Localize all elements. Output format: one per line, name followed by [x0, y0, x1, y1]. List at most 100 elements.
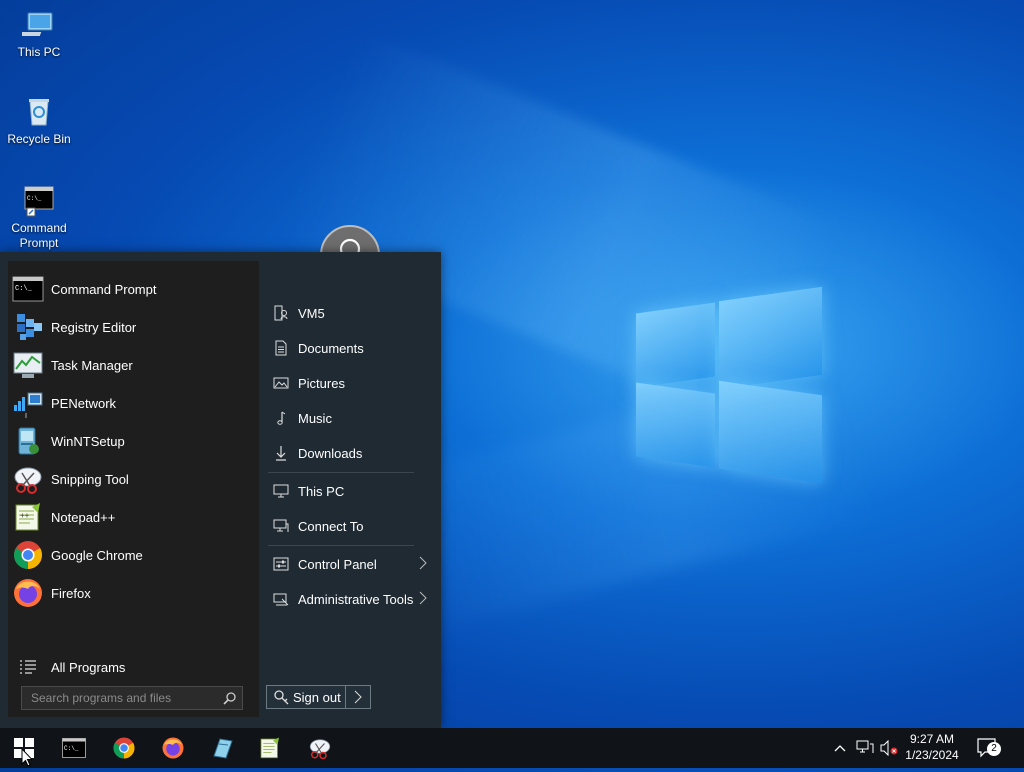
search-input[interactable] [22, 690, 223, 706]
desktop-icon-label: Recycle Bin [7, 132, 71, 146]
network-tray-button[interactable] [853, 728, 877, 768]
program-firefox[interactable]: Firefox [8, 575, 259, 611]
program-penetwork[interactable]: PENetwork [8, 385, 259, 421]
snipping-tool-icon [12, 463, 44, 495]
chrome-icon [112, 736, 136, 760]
start-item-administrative-tools[interactable]: Administrative Tools [265, 584, 435, 614]
network-icon [856, 740, 874, 756]
start-item-label: Documents [298, 340, 364, 356]
windows-logo-wallpaper [636, 286, 822, 484]
start-item-downloads[interactable]: Downloads [265, 438, 435, 468]
picture-icon [271, 373, 291, 393]
search-box[interactable] [21, 686, 243, 710]
start-item-label: Control Panel [298, 556, 377, 572]
taskbar-snipping-tool[interactable] [296, 728, 344, 768]
program-command-prompt[interactable]: C:\_ Command Prompt [8, 271, 259, 307]
program-task-manager[interactable]: Task Manager [8, 347, 259, 383]
taskbar-command-prompt[interactable]: C:\_ [50, 728, 98, 768]
command-prompt-icon: C:\_ [62, 738, 86, 758]
start-item-label: This PC [298, 483, 345, 499]
download-arrow-icon [271, 443, 291, 463]
program-label: Command Prompt [51, 281, 157, 297]
computer-icon [13, 8, 56, 42]
show-hidden-icons-button[interactable] [830, 728, 850, 768]
svg-text:C:\_: C:\_ [27, 195, 42, 202]
registry-editor-icon [12, 311, 44, 343]
programs-pane: C:\_ Command Prompt Registry Editor Task… [8, 261, 259, 717]
all-programs-label: All Programs [51, 659, 126, 675]
desktop-icon-recycle-bin[interactable]: Recycle Bin [1, 95, 77, 147]
program-notepad-plus-plus[interactable]: ++ Notepad++ [8, 499, 259, 535]
sign-out-button[interactable]: Sign out [266, 685, 346, 709]
chevron-right-icon [419, 591, 427, 608]
desktop-icon-label: This PC [17, 45, 61, 59]
start-item-label: Administrative Tools [298, 591, 414, 607]
program-winntsetup[interactable]: WinNTSetup [8, 423, 259, 459]
chevron-right-icon [419, 556, 427, 573]
notepad-plus-plus-icon: ++ [12, 501, 44, 533]
start-item-connect-to[interactable]: Connect To [265, 511, 435, 541]
clock-date: 1/23/2024 [905, 748, 959, 762]
connect-icon [271, 516, 291, 536]
control-panel-icon [271, 554, 291, 574]
start-item-label: Music [298, 410, 332, 426]
notification-count: 2 [987, 742, 1001, 756]
command-prompt-icon: C:\_ [12, 273, 44, 305]
document-icon [271, 338, 291, 358]
taskbar-notepad-plus-plus[interactable] [246, 728, 294, 768]
speaker-muted-icon [879, 740, 899, 756]
start-item-label: Pictures [298, 375, 345, 391]
program-label: Google Chrome [51, 547, 143, 563]
list-icon [12, 651, 44, 683]
program-registry-editor[interactable]: Registry Editor [8, 309, 259, 345]
all-programs-button[interactable]: All Programs [8, 649, 259, 685]
program-label: Snipping Tool [51, 471, 129, 487]
taskbar: C:\_ 9:27 AM 1/23/2024 2 [0, 728, 1024, 768]
start-item-documents[interactable]: Documents [265, 333, 435, 363]
snipping-tool-icon [307, 736, 333, 760]
chevron-right-icon [354, 690, 362, 704]
svg-text:C:\_: C:\_ [15, 285, 33, 293]
setup-icon [12, 425, 44, 457]
firefox-icon [12, 577, 44, 609]
start-item-music[interactable]: Music [265, 403, 435, 433]
taskbar-winntsetup[interactable] [198, 728, 246, 768]
start-item-label: VM5 [298, 305, 325, 321]
svg-text:C:\_: C:\_ [64, 745, 79, 752]
program-google-chrome[interactable]: Google Chrome [8, 537, 259, 573]
start-item-vm5[interactable]: VM5 [265, 298, 435, 328]
command-prompt-icon: C:\_ [22, 184, 56, 218]
firefox-icon [161, 736, 185, 760]
desktop-icon-label: Command Prompt [11, 221, 67, 250]
setup-icon [210, 736, 234, 760]
admin-tools-icon [271, 589, 291, 609]
volume-tray-button[interactable] [877, 728, 901, 768]
notepad-plus-plus-icon [258, 736, 282, 760]
action-center-button[interactable]: 2 [972, 728, 1004, 768]
desktop-icon-command-prompt[interactable]: C:\_ Command Prompt [1, 184, 77, 251]
taskbar-firefox[interactable] [149, 728, 197, 768]
chevron-up-icon [834, 744, 846, 752]
sign-out-label: Sign out [293, 689, 341, 705]
start-item-control-panel[interactable]: Control Panel [265, 549, 435, 579]
program-label: Firefox [51, 585, 91, 601]
program-snipping-tool[interactable]: Snipping Tool [8, 461, 259, 497]
start-item-label: Connect To [298, 518, 364, 534]
shutdown-options-button[interactable] [345, 685, 371, 709]
desktop-icon-this-pc[interactable]: This PC [1, 8, 77, 60]
menu-separator [268, 545, 414, 546]
mouse-cursor-icon [21, 747, 34, 772]
task-manager-icon [12, 349, 44, 381]
program-label: WinNTSetup [51, 433, 125, 449]
taskbar-clock[interactable]: 9:27 AM 1/23/2024 [900, 731, 964, 763]
notification-icon: 2 [977, 738, 1001, 758]
user-folder-icon [271, 303, 291, 323]
start-item-pictures[interactable]: Pictures [265, 368, 435, 398]
search-icon[interactable] [223, 691, 237, 705]
key-icon [273, 689, 289, 705]
network-icon [12, 387, 44, 419]
start-item-this-pc[interactable]: This PC [265, 476, 435, 506]
program-label: Registry Editor [51, 319, 137, 335]
taskbar-chrome[interactable] [100, 728, 148, 768]
computer-icon [271, 481, 291, 501]
